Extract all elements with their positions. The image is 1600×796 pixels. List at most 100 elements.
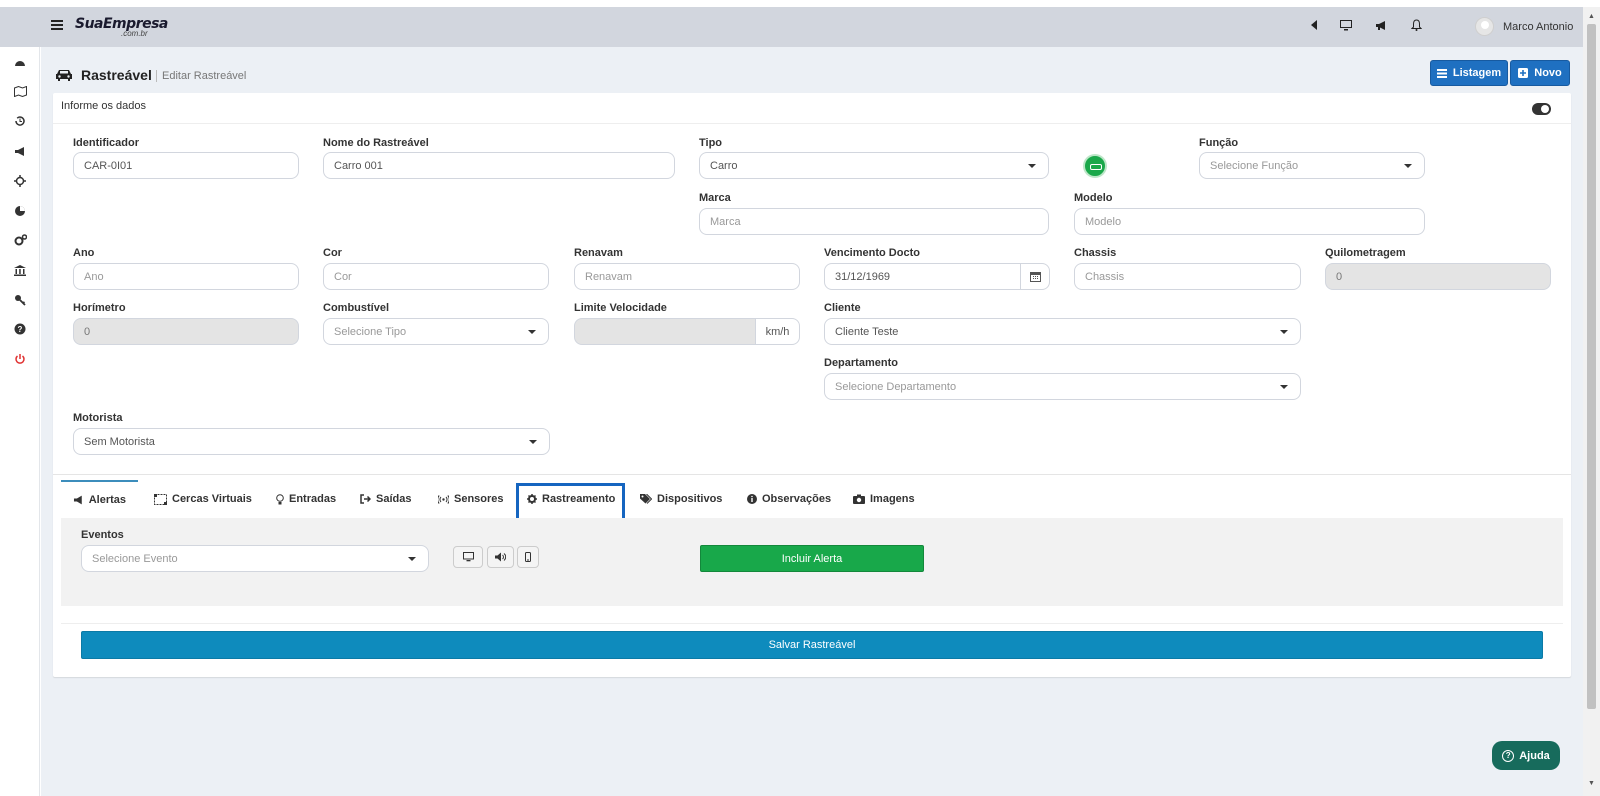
novo-label: Novo [1534,67,1562,79]
tags-icon [640,494,652,504]
cor-input[interactable]: Cor [323,263,549,290]
history-icon[interactable] [13,114,27,128]
vencimento-input[interactable]: 31/12/1969 [824,263,1021,290]
identificador-input[interactable]: CAR-0I01 [73,152,299,179]
limite-label: Limite Velocidade [574,302,667,314]
vencimento-label: Vencimento Docto [824,247,920,259]
cor-label: Cor [323,247,342,259]
tab-label: Cercas Virtuais [172,493,252,505]
sign-out-icon [360,494,371,504]
caret-left-icon[interactable] [1307,18,1321,32]
marca-input[interactable]: Marca [699,208,1049,235]
renavam-input[interactable]: Renavam [574,263,800,290]
scroll-down-arrow-icon[interactable]: ▼ [1588,780,1595,787]
bank-icon[interactable] [13,263,27,277]
crosshair-icon[interactable] [13,174,27,188]
cliente-label: Cliente [824,302,861,314]
novo-button[interactable]: Novo [1510,60,1570,86]
tab-label: Entradas [289,493,337,505]
listagem-label: Listagem [1452,67,1502,79]
help-label: Ajuda [1519,749,1550,762]
collapse-toggle[interactable] [1532,103,1551,115]
scroll-up-arrow-icon[interactable]: ▲ [1588,13,1595,20]
tipo-select[interactable]: Carro [699,152,1049,179]
tab-label: Observações [762,493,832,505]
chassis-label: Chassis [1074,247,1117,259]
tab-sensores[interactable]: Sensores [426,480,516,518]
tipo-label: Tipo [699,137,723,149]
tab-label: Alertas [88,494,126,506]
tab-divider [53,474,1571,475]
megaphone-icon [73,495,82,505]
user-name[interactable]: Marco Antonio [1503,21,1573,33]
identificador-label: Identificador [73,137,140,149]
top-strip [0,0,1600,7]
screen-alert-toggle[interactable] [453,546,483,568]
tab-dispositivos[interactable]: Dispositivos [628,480,734,518]
tab-saidas[interactable]: Saídas [348,480,423,518]
question-icon[interactable]: ? [13,322,27,336]
car-icon [55,68,73,82]
monitor-icon[interactable] [1339,18,1353,32]
fence-icon [154,493,167,505]
card-header [53,93,1571,124]
tab-label: Sensores [454,493,504,505]
monitor-icon [462,552,474,562]
funcao-label: Função [1199,137,1239,149]
cliente-select[interactable]: Cliente Teste [824,318,1301,345]
horimetro-input: 0 [73,318,299,345]
horimetro-label: Horímetro [73,302,126,314]
renavam-label: Renavam [574,247,623,259]
sound-alert-toggle[interactable] [487,546,514,568]
quilometragem-label: Quilometragem [1325,247,1406,259]
dashboard-icon[interactable] [13,55,27,69]
map-icon[interactable] [13,84,27,98]
sidebar [0,47,40,796]
mobile-icon [525,552,531,562]
ano-input[interactable]: Ano [73,263,299,290]
help-button[interactable]: ? Ajuda [1492,741,1560,770]
eventos-label: Eventos [81,529,124,541]
modelo-label: Modelo [1074,192,1113,204]
lightbulb-icon [276,493,284,504]
avatar[interactable] [1475,17,1494,36]
mobile-alert-toggle[interactable] [517,546,539,568]
gears-icon[interactable] [13,233,27,247]
incluir-alerta-button[interactable]: Incluir Alerta [700,545,924,572]
funcao-select[interactable]: Selecione Função [1199,152,1425,179]
vehicle-status-icon [1083,154,1107,178]
brand-logo-suffix: .com.br [121,29,148,38]
motorista-label: Motorista [73,412,123,424]
chassis-input[interactable]: Chassis [1074,263,1301,290]
modelo-input[interactable]: Modelo [1074,208,1425,235]
info-icon [747,494,757,504]
motorista-select[interactable]: Sem Motorista [73,428,550,455]
bell-icon[interactable] [1409,18,1423,32]
limite-input[interactable] [574,318,756,345]
calendar-icon [1029,272,1041,282]
scrollbar-thumb[interactable] [1587,24,1596,709]
megaphone-icon[interactable] [1374,18,1388,32]
key-icon[interactable] [13,293,27,307]
listagem-button[interactable]: Listagem [1430,60,1508,86]
pie-chart-icon[interactable] [13,204,27,218]
tab-cercas-virtuais[interactable]: Cercas Virtuais [142,480,264,518]
eventos-select[interactable]: Selecione Evento [81,545,429,572]
nome-input[interactable]: Carro 001 [323,152,675,179]
calendar-button[interactable] [1020,263,1050,290]
salvar-button[interactable]: Salvar Rastreável [81,631,1543,659]
hamburger-menu-icon[interactable] [51,20,63,32]
divider [61,623,1563,624]
power-icon[interactable] [13,352,27,366]
list-icon [1436,68,1447,78]
departamento-select[interactable]: Selecione Departamento [824,373,1301,400]
tab-label: Imagens [870,493,915,505]
tab-entradas[interactable]: Entradas [264,480,348,518]
tab-observacoes[interactable]: Observações [735,480,843,518]
combustivel-select[interactable]: Selecione Tipo [323,318,549,345]
megaphone-icon[interactable] [13,144,27,158]
tab-imagens[interactable]: Imagens [841,480,927,518]
tab-label: Dispositivos [657,493,723,505]
departamento-label: Departamento [824,357,898,369]
tab-alertas[interactable]: Alertas [61,480,138,518]
